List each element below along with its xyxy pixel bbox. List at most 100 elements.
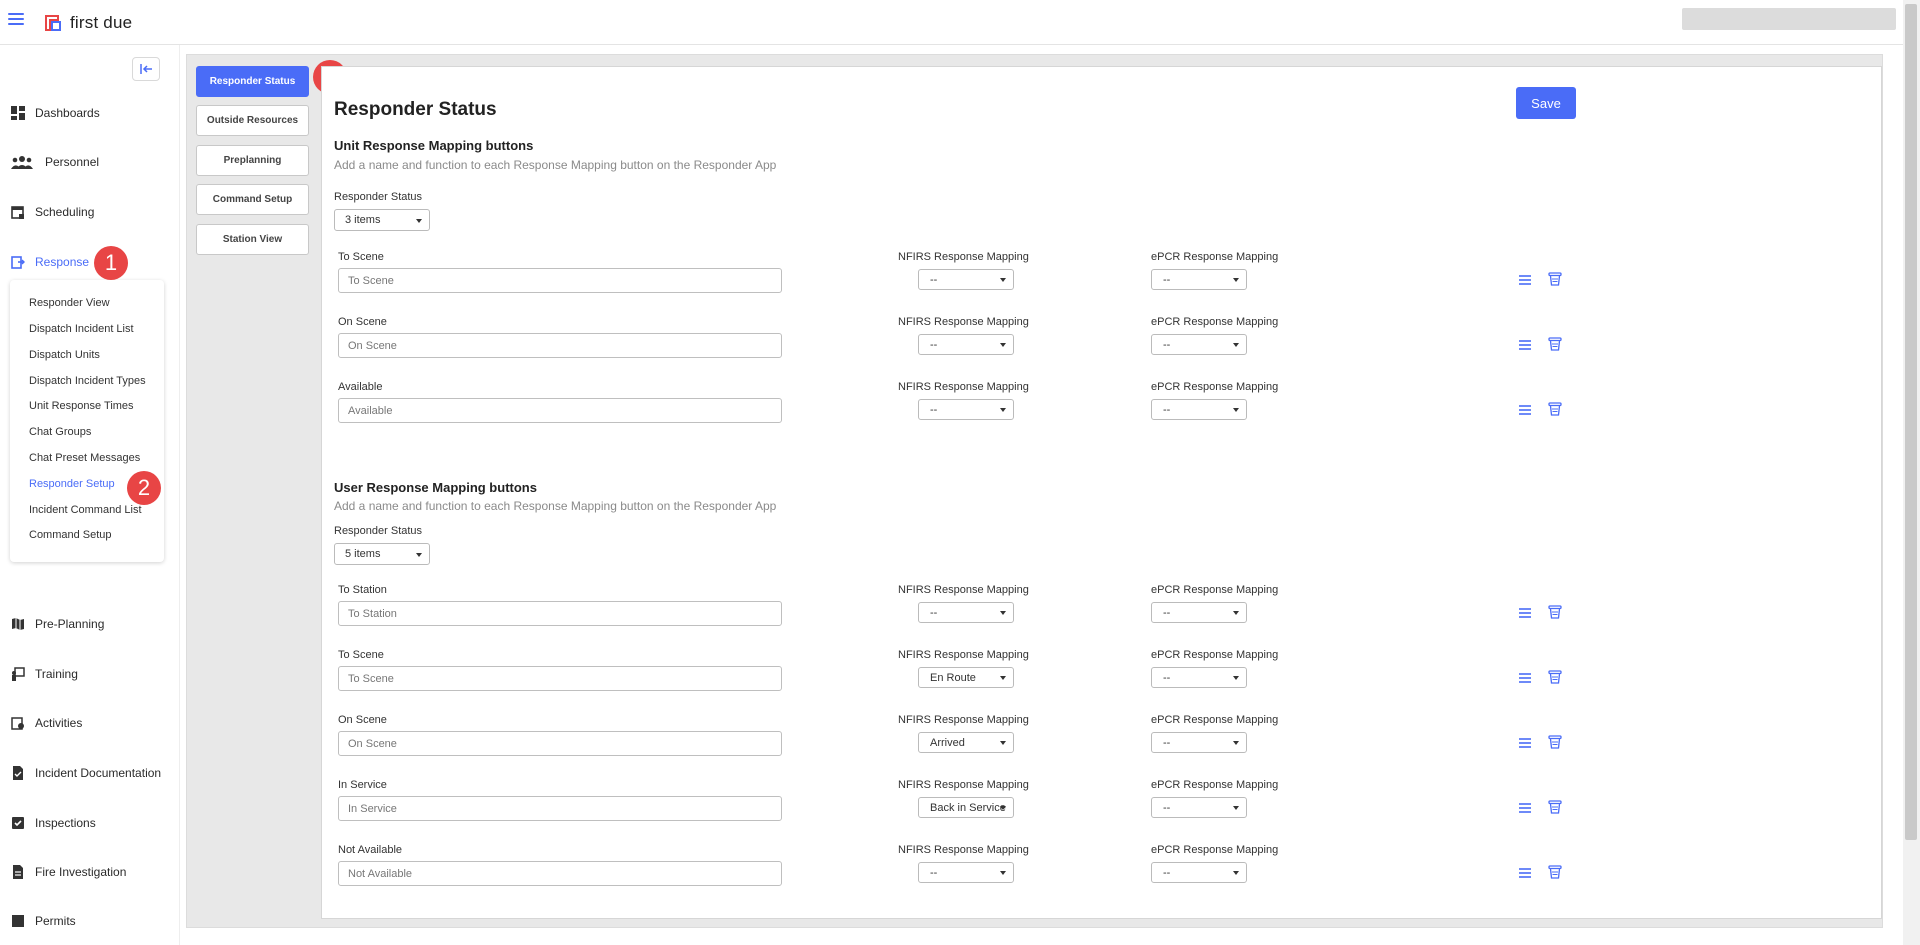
sidebar-item-label: Inspections (35, 816, 96, 830)
dashboard-icon (11, 106, 25, 120)
caret-down-icon (1000, 408, 1006, 412)
input-value: On Scene (348, 339, 397, 352)
first-due-logo-icon (45, 15, 61, 31)
epcr-mapping-select[interactable]: -- (1151, 269, 1247, 290)
drag-handle-icon[interactable] (1518, 736, 1532, 750)
tab-outside-resources[interactable]: Outside Resources (196, 105, 309, 136)
epcr-mapping-select[interactable]: -- (1151, 862, 1247, 883)
caret-down-icon (1000, 676, 1006, 680)
caret-down-icon (1000, 278, 1006, 282)
epcr-mapping-select[interactable]: -- (1151, 797, 1247, 818)
submenu-incident-command-list[interactable]: Incident Command List (29, 504, 142, 516)
submenu-command-setup[interactable]: Command Setup (29, 529, 112, 541)
sidebar-item-training[interactable]: Training (0, 661, 179, 687)
collapse-sidebar-button[interactable] (132, 57, 160, 81)
sidebar-item-personnel[interactable]: Personnel (0, 149, 179, 175)
epcr-mapping-select[interactable]: -- (1151, 334, 1247, 355)
epcr-mapping-select[interactable]: -- (1151, 732, 1247, 753)
trash-icon[interactable] (1548, 800, 1562, 814)
sidebar-item-scheduling[interactable]: Scheduling (0, 199, 179, 225)
trash-icon[interactable] (1548, 865, 1562, 879)
button-name-input[interactable]: In Service (338, 796, 782, 821)
drag-handle-icon[interactable] (1518, 273, 1532, 287)
select-value: -- (930, 606, 938, 619)
trash-icon[interactable] (1548, 605, 1562, 619)
epcr-mapping-select[interactable]: -- (1151, 399, 1247, 420)
document-icon (13, 766, 23, 780)
submenu-responder-view[interactable]: Responder View (29, 297, 110, 309)
trash-icon[interactable] (1548, 735, 1562, 749)
button-name-input[interactable]: To Scene (338, 666, 782, 691)
button-name-input[interactable]: To Scene (338, 268, 782, 293)
submenu-responder-setup[interactable]: Responder Setup (29, 478, 115, 490)
select-value: -- (930, 866, 938, 879)
trash-icon[interactable] (1548, 272, 1562, 286)
sidebar-item-permits[interactable]: Permits (0, 908, 179, 934)
submenu-dispatch-incident-list[interactable]: Dispatch Incident List (29, 323, 134, 335)
nfirs-mapping-select[interactable]: -- (918, 399, 1014, 420)
nfirs-label: NFIRS Response Mapping (898, 714, 1029, 726)
caret-down-icon (416, 219, 422, 223)
submenu-chat-groups[interactable]: Chat Groups (29, 426, 91, 438)
save-button[interactable]: Save (1516, 87, 1576, 119)
sidebar-item-activities[interactable]: Activities (0, 710, 179, 736)
row-label: On Scene (338, 316, 387, 328)
sidebar-item-label: Response (35, 255, 90, 269)
sidebar-item-pre-planning[interactable]: Pre-Planning (0, 611, 179, 637)
button-name-input[interactable]: On Scene (338, 731, 782, 756)
drag-handle-icon[interactable] (1518, 606, 1532, 620)
sidebar-item-response[interactable]: Response (0, 249, 179, 275)
user-status-select[interactable]: 5 items (334, 543, 430, 565)
nfirs-mapping-select[interactable]: -- (918, 334, 1014, 355)
nfirs-mapping-select[interactable]: -- (918, 269, 1014, 290)
nfirs-mapping-select[interactable]: En Route (918, 667, 1014, 688)
sidebar-item-label: Dashboards (35, 106, 100, 120)
drag-handle-icon[interactable] (1518, 403, 1532, 417)
sidebar-item-incident-documentation[interactable]: Incident Documentation (0, 760, 179, 786)
row-label: On Scene (338, 714, 387, 726)
people-icon (11, 156, 33, 169)
epcr-mapping-select[interactable]: -- (1151, 602, 1247, 623)
button-name-input[interactable]: To Station (338, 601, 782, 626)
nfirs-mapping-select[interactable]: Arrived (918, 732, 1014, 753)
sidebar-item-dashboards[interactable]: Dashboards (0, 100, 179, 126)
drag-handle-icon[interactable] (1518, 866, 1532, 880)
nfirs-mapping-select[interactable]: -- (918, 602, 1014, 623)
tab-station-view[interactable]: Station View (196, 224, 309, 255)
button-name-input[interactable]: Not Available (338, 861, 782, 886)
user-area[interactable] (1682, 8, 1896, 30)
sidebar-item-fire-investigation[interactable]: Fire Investigation (0, 859, 179, 885)
hamburger-menu-icon[interactable] (8, 13, 24, 27)
trash-icon[interactable] (1548, 670, 1562, 684)
submenu-dispatch-units[interactable]: Dispatch Units (29, 349, 100, 361)
nfirs-mapping-select[interactable]: -- (918, 862, 1014, 883)
button-name-input[interactable]: On Scene (338, 333, 782, 358)
drag-handle-icon[interactable] (1518, 338, 1532, 352)
trash-icon[interactable] (1548, 402, 1562, 416)
user-section-subtitle: Add a name and function to each Response… (334, 499, 777, 513)
nfirs-label: NFIRS Response Mapping (898, 779, 1029, 791)
drag-handle-icon[interactable] (1518, 801, 1532, 815)
tab-command-setup[interactable]: Command Setup (196, 184, 309, 215)
epcr-mapping-select[interactable]: -- (1151, 667, 1247, 688)
caret-down-icon (1000, 611, 1006, 615)
sidebar-item-inspections[interactable]: Inspections (0, 810, 179, 836)
tab-responder-status[interactable]: Responder Status (196, 66, 309, 97)
select-value: 3 items (345, 214, 381, 226)
trash-icon[interactable] (1548, 337, 1562, 351)
nfirs-mapping-select[interactable]: Back in Service (918, 797, 1014, 818)
caret-down-icon (1233, 676, 1239, 680)
tab-preplanning[interactable]: Preplanning (196, 145, 309, 176)
unit-status-select[interactable]: 3 items (334, 209, 430, 231)
scrollbar-thumb[interactable] (1905, 4, 1917, 840)
select-value: -- (1163, 273, 1171, 286)
sidebar-item-label: Training (35, 667, 78, 681)
epcr-label: ePCR Response Mapping (1151, 844, 1279, 856)
button-name-input[interactable]: Available (338, 398, 782, 423)
submenu-chat-preset-messages[interactable]: Chat Preset Messages (29, 452, 140, 464)
submenu-dispatch-incident-types[interactable]: Dispatch Incident Types (29, 375, 146, 387)
sidebar-item-label: Permits (35, 914, 76, 928)
drag-handle-icon[interactable] (1518, 671, 1532, 685)
submenu-unit-response-times[interactable]: Unit Response Times (29, 400, 134, 412)
input-value: To Station (348, 607, 397, 620)
